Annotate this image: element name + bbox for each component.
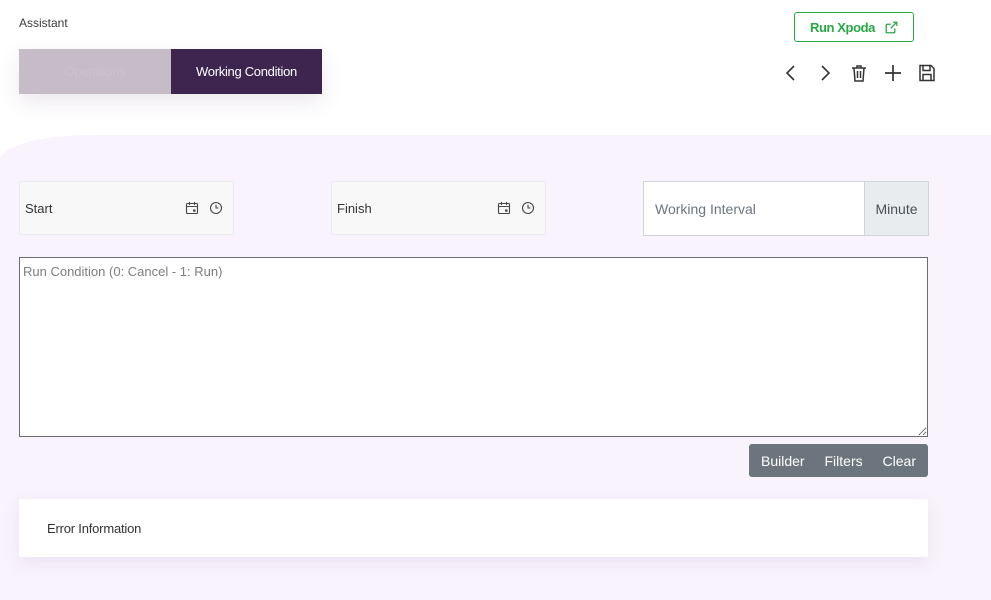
clear-button[interactable]: Clear: [883, 453, 916, 469]
calendar-icon[interactable]: [497, 201, 511, 215]
chevron-left-icon: [785, 65, 795, 81]
run-condition-textarea[interactable]: [19, 257, 928, 437]
start-label: Start: [25, 200, 53, 216]
save-button[interactable]: [914, 62, 940, 84]
next-button[interactable]: [812, 62, 838, 84]
tab-operations[interactable]: Operations: [19, 49, 171, 94]
trash-icon: [852, 65, 866, 82]
app-title: Assistant: [19, 16, 68, 30]
run-xpoda-label: Run Xpoda: [809, 19, 875, 35]
previous-button[interactable]: [778, 62, 804, 84]
record-toolbar: [778, 62, 940, 84]
condition-actions: Builder Filters Clear: [749, 444, 928, 477]
error-information-card[interactable]: Error Information: [19, 499, 928, 557]
run-xpoda-button[interactable]: Run Xpoda: [794, 12, 914, 42]
tab-bar: Operations Working Condition: [19, 49, 322, 94]
calendar-icon[interactable]: [185, 201, 199, 215]
working-interval-input[interactable]: [643, 181, 864, 236]
save-icon: [919, 64, 935, 82]
plus-icon: [885, 65, 901, 81]
external-link-icon: [885, 21, 898, 34]
delete-button[interactable]: [846, 62, 872, 84]
working-interval-group: Minute: [643, 181, 929, 236]
start-datetime-field[interactable]: Start: [19, 181, 234, 235]
tab-working-condition[interactable]: Working Condition: [171, 49, 322, 94]
finish-datetime-field[interactable]: Finish: [331, 181, 546, 235]
add-button[interactable]: [880, 62, 906, 84]
clock-icon[interactable]: [521, 201, 535, 215]
filters-button[interactable]: Filters: [825, 453, 863, 469]
chevron-right-icon: [821, 65, 831, 81]
interval-unit-addon: Minute: [864, 181, 929, 236]
clock-icon[interactable]: [209, 201, 223, 215]
builder-button[interactable]: Builder: [761, 453, 805, 469]
finish-label: Finish: [337, 200, 372, 216]
error-information-title: Error Information: [47, 520, 142, 536]
